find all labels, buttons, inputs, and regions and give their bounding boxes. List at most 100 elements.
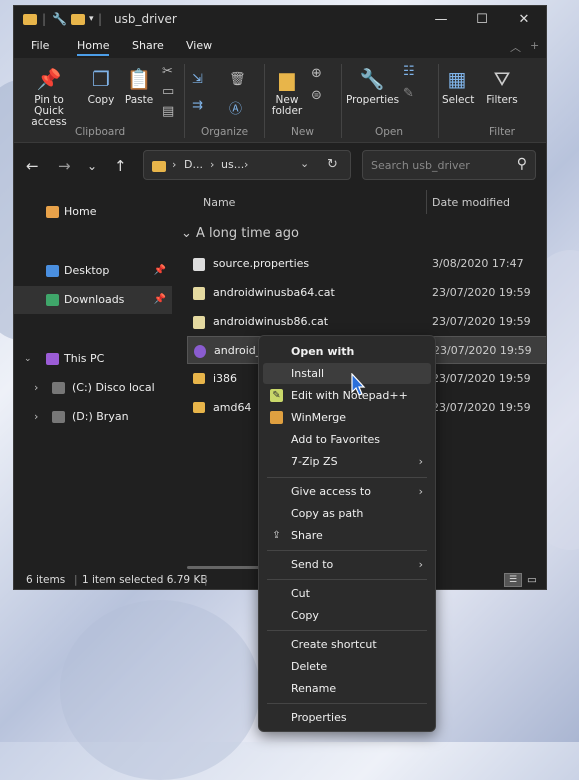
new-folder-button[interactable]: ▆ New folder: [269, 66, 305, 117]
paste-shortcut-icon[interactable]: ▤: [162, 104, 174, 119]
menu-item-copy-path[interactable]: Copy as path: [263, 503, 431, 524]
menu-item-copy[interactable]: Copy: [263, 605, 431, 626]
group-new: New: [291, 126, 314, 138]
menu-item-create-shortcut[interactable]: Create shortcut: [263, 634, 431, 655]
menu-item-give-access[interactable]: Give access to ›: [263, 481, 431, 502]
navigation-pane: Home Desktop 📌 Downloads 📌 ⌄ This PC › (…: [14, 190, 174, 570]
menu-item-delete[interactable]: Delete: [263, 656, 431, 677]
refresh-icon[interactable]: ↻: [327, 157, 338, 172]
menu-item-send-to[interactable]: Send to ›: [263, 554, 431, 575]
properties-button[interactable]: 🔧 Properties: [346, 66, 400, 106]
nav-item-downloads[interactable]: Downloads 📌: [14, 286, 172, 314]
help-icon[interactable]: +: [530, 39, 539, 52]
nav-item-desktop[interactable]: Desktop 📌: [14, 257, 172, 285]
catalog-file-icon: [193, 316, 205, 329]
chevron-right-icon[interactable]: ›: [34, 374, 38, 402]
properties-label: Properties: [346, 94, 400, 106]
up-icon[interactable]: ↑: [114, 157, 127, 175]
recent-locations-icon[interactable]: ⌄: [87, 159, 97, 173]
menu-item-winmerge[interactable]: WinMerge: [263, 407, 431, 428]
path-box[interactable]: › D... › us... › ⌄ ↻: [143, 150, 351, 180]
catalog-file-icon: [193, 287, 205, 300]
new-item-icon[interactable]: ⊕: [311, 66, 322, 81]
winmerge-icon: [270, 411, 283, 424]
file-row[interactable]: androidwinusba64.cat 23/07/2020 19:59: [187, 279, 546, 307]
pin-icon[interactable]: 📌: [154, 257, 166, 285]
menu-item-share[interactable]: ⇪ Share: [263, 525, 431, 546]
new-folder-quick-icon[interactable]: [71, 12, 85, 26]
close-button[interactable]: ✕: [504, 9, 544, 31]
collapse-ribbon-icon[interactable]: ︿: [510, 39, 521, 55]
move-to-icon[interactable]: ⇲: [192, 72, 203, 87]
menu-view[interactable]: View: [186, 39, 212, 52]
column-divider[interactable]: [426, 190, 427, 214]
search-icon[interactable]: ⚲: [517, 156, 527, 172]
menu-item-install[interactable]: Install: [263, 363, 431, 384]
open-icon[interactable]: ☷: [403, 64, 415, 79]
desktop-icon: [46, 265, 59, 277]
copy-path-icon[interactable]: ▭: [162, 84, 174, 99]
nav-item-drive-c[interactable]: › (C:) Disco local: [14, 374, 172, 402]
file-date: 23/07/2020 19:59: [432, 315, 531, 328]
pin-icon[interactable]: 📌: [154, 286, 166, 314]
edit-icon[interactable]: ✎: [403, 86, 414, 101]
group-open: Open: [375, 126, 404, 138]
copy-to-icon[interactable]: ⇉: [192, 98, 203, 113]
menu-item-add-favorites[interactable]: Add to Favorites: [263, 429, 431, 450]
menu-item-cut[interactable]: Cut: [263, 583, 431, 604]
easy-access-icon[interactable]: ⊜: [311, 88, 322, 103]
copy-button[interactable]: ❐ Copy: [84, 66, 118, 106]
maximize-button[interactable]: ☐: [462, 9, 502, 31]
back-icon[interactable]: ←: [26, 157, 39, 175]
file-row[interactable]: androidwinusb86.cat 23/07/2020 19:59: [187, 308, 546, 336]
pc-icon: [46, 353, 59, 365]
menu-item-properties[interactable]: Properties: [263, 707, 431, 728]
filters-button[interactable]: ⛛ Filters: [484, 66, 520, 106]
menu-home[interactable]: Home: [77, 39, 110, 56]
details-view-icon[interactable]: ☰: [504, 573, 522, 587]
select-button[interactable]: ▦ Select: [442, 66, 474, 106]
title-bar[interactable]: | 🔧 ▾ | usb_driver — ☐ ✕: [14, 6, 546, 34]
chevron-right-icon: ›: [418, 558, 423, 571]
file-icon: [193, 258, 205, 271]
chevron-right-icon: ›: [172, 158, 177, 171]
tiles-view-icon[interactable]: ▭: [527, 571, 537, 589]
column-header-name[interactable]: Name: [203, 196, 235, 209]
column-header-date[interactable]: Date modified: [432, 196, 510, 209]
breadcrumb-part-2[interactable]: us...: [221, 158, 244, 171]
folder-name: amd64: [213, 401, 252, 414]
copy-icon: ❐: [92, 67, 110, 91]
paste-button[interactable]: 📋 Paste: [122, 66, 156, 106]
chevron-down-icon[interactable]: ▾: [89, 14, 94, 24]
menu-label: Give access to: [291, 485, 371, 498]
file-row[interactable]: source.properties 3/08/2020 17:47: [187, 250, 546, 278]
file-name: androidwinusb86.cat: [213, 315, 329, 328]
forward-icon[interactable]: →: [58, 157, 71, 175]
menu-file[interactable]: File: [31, 39, 49, 52]
pin-to-quick-access-button[interactable]: 📌 Pin to Quick access: [18, 66, 80, 128]
chevron-right-icon[interactable]: ›: [34, 403, 38, 431]
nav-item-drive-d[interactable]: › (D:) Bryan: [14, 403, 172, 431]
home-icon: [46, 206, 59, 218]
breadcrumb-part-1[interactable]: D...: [184, 158, 203, 171]
cut-icon[interactable]: ✂: [162, 64, 173, 79]
delete-icon[interactable]: 🗑: [229, 72, 246, 87]
menu-item-rename[interactable]: Rename: [263, 678, 431, 699]
menu-item-edit-notepadpp[interactable]: ✎ Edit with Notepad++: [263, 385, 431, 406]
properties-quick-icon[interactable]: 🔧: [52, 12, 67, 26]
nav-item-home[interactable]: Home: [14, 198, 172, 226]
nav-item-this-pc[interactable]: ⌄ This PC: [14, 345, 172, 373]
menu-item-7zip[interactable]: 7-Zip ZS ›: [263, 451, 431, 472]
rename-icon[interactable]: Ⓐ: [229, 98, 242, 117]
menu-item-open-with[interactable]: Open with: [263, 341, 431, 362]
minimize-button[interactable]: —: [421, 9, 461, 31]
chevron-down-icon[interactable]: ⌄: [24, 345, 32, 373]
chevron-down-icon[interactable]: ⌄: [300, 157, 309, 170]
filters-label: Filters: [486, 94, 518, 106]
menu-separator: [267, 579, 427, 580]
folder-icon: [152, 159, 166, 172]
context-menu: Open with Install ✎ Edit with Notepad++ W…: [258, 335, 436, 732]
group-header[interactable]: ⌄ A long time ago: [181, 226, 299, 241]
search-input[interactable]: Search usb_driver ⚲: [362, 150, 536, 180]
menu-share[interactable]: Share: [132, 39, 164, 52]
